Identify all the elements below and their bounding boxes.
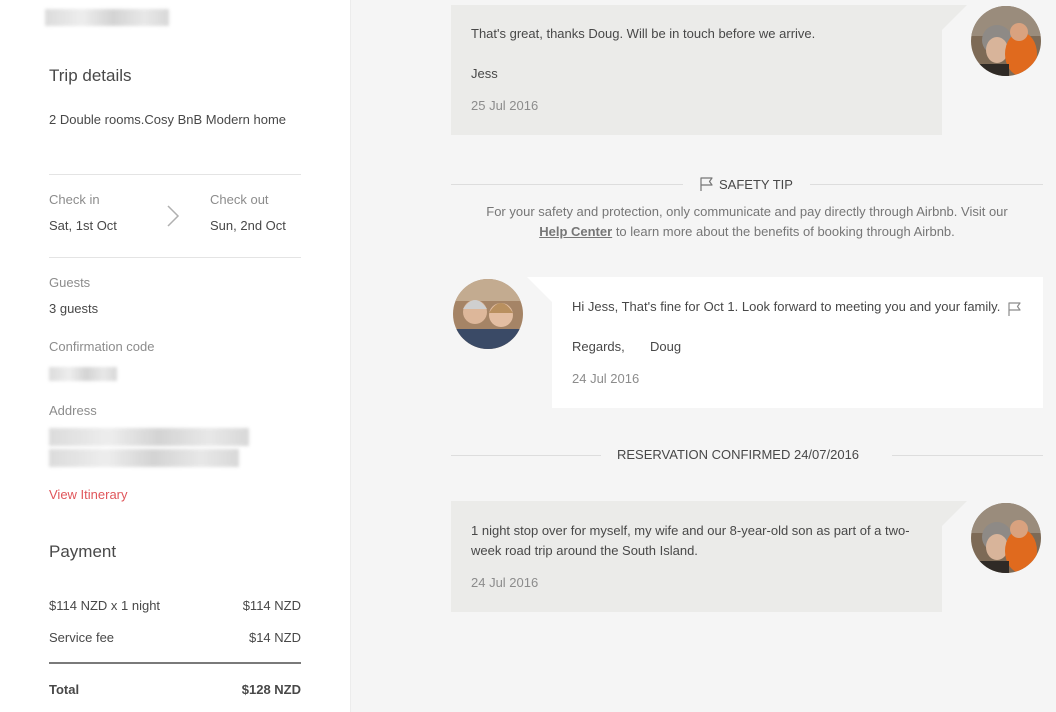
- separator-line: [451, 184, 683, 185]
- bubble-tail: [527, 277, 553, 303]
- message-date: 25 Jul 2016: [471, 98, 539, 113]
- redacted-address-line2: [49, 449, 239, 467]
- payment-row: $114 NZD x 1 night $114 NZD: [49, 598, 301, 613]
- payment-row-amount: $114 NZD: [242, 598, 301, 613]
- redacted-address-line1: [49, 428, 249, 446]
- guest-avatar[interactable]: [971, 6, 1041, 76]
- guest-message-bubble: 1 night stop over for myself, my wife an…: [451, 501, 942, 612]
- guest-message-bubble: That's great, thanks Doug. Will be in to…: [451, 5, 942, 135]
- check-in-label: Check in: [49, 192, 100, 207]
- safety-tip-body: For your safety and protection, only com…: [451, 202, 1043, 242]
- separator-line: [810, 184, 1043, 185]
- message-signature: Jess: [471, 66, 498, 81]
- flag-icon: [700, 177, 713, 191]
- safety-tip-title: SAFETY TIP: [719, 177, 793, 192]
- bubble-tail: [941, 501, 967, 527]
- guest-avatar[interactable]: [971, 503, 1041, 573]
- report-flag-icon[interactable]: [1007, 301, 1023, 317]
- total-amount: $128 NZD: [241, 682, 301, 697]
- chevron-right-icon: [167, 205, 180, 227]
- guests-label: Guests: [49, 275, 91, 290]
- safety-tip-text: For your safety and protection, only com…: [486, 204, 1008, 219]
- message-date: 24 Jul 2016: [572, 371, 640, 386]
- redacted-confirmation-code: [49, 367, 117, 381]
- message-text: Hi Jess, That's fine for Oct 1. Look for…: [572, 299, 1001, 314]
- divider: [49, 257, 301, 258]
- listing-name: 2 Double rooms.Cosy BnB Modern home: [49, 112, 287, 127]
- guests-value: 3 guests: [49, 301, 99, 316]
- help-center-link[interactable]: Help Center: [539, 224, 612, 239]
- total-divider: [49, 662, 301, 664]
- payment-row-label: Service fee: [49, 630, 115, 645]
- safety-tip-text: to learn more about the benefits of book…: [615, 224, 955, 239]
- trip-sidebar: Trip details 2 Double rooms.Cosy BnB Mod…: [0, 0, 351, 712]
- address-label: Address: [49, 403, 97, 418]
- message-text: That's great, thanks Doug. Will be in to…: [471, 26, 816, 41]
- message-date: 24 Jul 2016: [471, 575, 539, 590]
- check-out-value: Sun, 2nd Oct: [210, 218, 286, 233]
- payment-title: Payment: [49, 542, 117, 561]
- separator-line: [892, 455, 1043, 456]
- divider: [49, 174, 301, 175]
- check-out-label: Check out: [210, 192, 269, 207]
- payment-row-label: $114 NZD x 1 night: [49, 598, 161, 613]
- payment-row: Service fee $14 NZD: [49, 630, 301, 645]
- host-avatar[interactable]: [453, 279, 523, 349]
- redacted-host-name: [45, 9, 169, 26]
- payment-total-row: Total $128 NZD: [49, 682, 301, 697]
- bubble-tail: [941, 5, 967, 31]
- host-message-bubble: Hi Jess, That's fine for Oct 1. Look for…: [552, 277, 1043, 408]
- trip-details-title: Trip details: [49, 66, 132, 85]
- confirmation-code-label: Confirmation code: [49, 339, 155, 354]
- total-label: Total: [49, 682, 80, 697]
- payment-row-amount: $14 NZD: [248, 630, 301, 645]
- check-in-value: Sat, 1st Oct: [49, 218, 117, 233]
- separator-line: [451, 455, 601, 456]
- reservation-confirmed-label: RESERVATION CONFIRMED 24/07/2016: [617, 447, 860, 462]
- message-text: 1 night stop over for myself, my wife an…: [471, 523, 910, 558]
- message-signature: Regards, Doug: [572, 339, 682, 354]
- view-itinerary-link[interactable]: View Itinerary: [49, 487, 128, 502]
